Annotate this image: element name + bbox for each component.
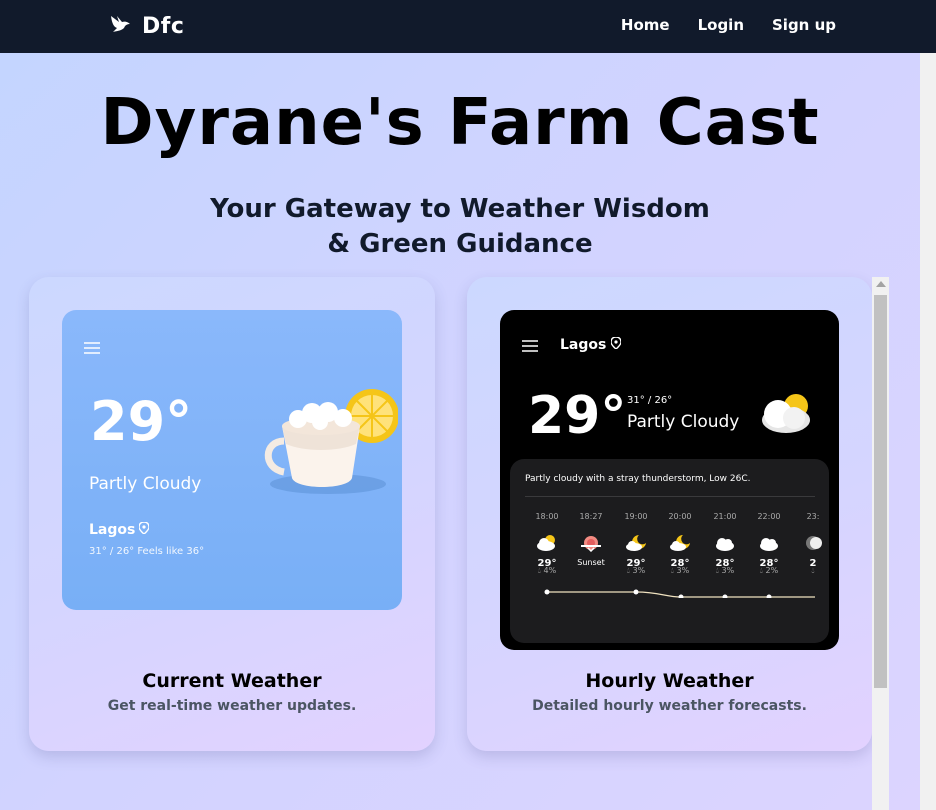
- navbar: Dfc Home Login Sign up: [0, 0, 936, 53]
- cloud-sun-icon: [525, 530, 569, 556]
- coffee-cup-lemon-icon: [248, 386, 399, 510]
- raindrop-icon: 💧︎: [811, 566, 815, 575]
- trend-point: [766, 594, 772, 598]
- trend-point: [678, 594, 684, 598]
- hour-column: 19:00 29°: [614, 512, 658, 569]
- hour-column: 22:00 28°: [747, 512, 791, 569]
- preview-condition: Partly Cloudy: [89, 474, 202, 494]
- raindrop-icon: 💧︎: [670, 566, 674, 575]
- cloud-sun-icon: [756, 390, 816, 440]
- raindrop-icon: 💧︎: [537, 566, 541, 575]
- hour-rain: 💧︎ 3%: [658, 566, 702, 576]
- hour-column: 21:00 28°: [703, 512, 747, 569]
- cloud-moon-icon: [658, 530, 702, 556]
- raindrop-icon: 💧︎: [759, 566, 763, 575]
- hour-temp: Sunset: [577, 558, 605, 567]
- nav-links: Home Login Sign up: [621, 16, 836, 34]
- nav-home-link[interactable]: Home: [621, 16, 670, 34]
- hero-subtitle: Your Gateway to Weather Wisdom & Green G…: [180, 192, 740, 262]
- hour-rain: 💧︎ 3%: [614, 566, 658, 576]
- current-weather-description: Get real-time weather updates.: [107, 698, 357, 714]
- rain-chance: 2%: [765, 566, 779, 575]
- hourly-weather-card[interactable]: Lagos 29° 31° / 26° Partly Cloudy Partly…: [467, 277, 872, 751]
- brand[interactable]: Dfc: [108, 12, 184, 40]
- moon-icon: [791, 530, 829, 556]
- cloud-icon: [703, 530, 747, 556]
- raindrop-icon: 💧︎: [715, 566, 719, 575]
- hour-time: 20:00: [668, 512, 692, 521]
- hourly-weather-preview: Lagos 29° 31° / 26° Partly Cloudy Partly…: [500, 310, 839, 650]
- preview-range: 31° / 26° Feels like 36°: [89, 546, 205, 557]
- rain-chance: 3%: [676, 566, 690, 575]
- cards-scrollbar[interactable]: [872, 277, 889, 810]
- hour-rain: 💧︎: [791, 566, 829, 576]
- preview-city: Lagos: [560, 336, 623, 353]
- current-weather-card[interactable]: 29° Partly Cloudy Lagos 31° / 26° Feels …: [29, 277, 435, 751]
- hour-time: 22:00: [757, 512, 781, 521]
- rain-chance: 3%: [721, 566, 735, 575]
- hour-time: 18:27: [579, 512, 603, 521]
- divider: [525, 496, 815, 497]
- hour-time: 23:: [806, 512, 820, 521]
- preview-city: Lagos: [89, 521, 151, 538]
- hour-column: 20:00 28°: [658, 512, 702, 569]
- cloud-icon: [747, 530, 791, 556]
- hour-column: 18:27 Sunset: [569, 512, 613, 567]
- scrollbar-thumb[interactable]: [874, 295, 887, 688]
- page-scrollbar[interactable]: [920, 53, 936, 810]
- hour-column: 23: 2: [791, 512, 829, 569]
- menu-icon: [522, 338, 538, 357]
- cloud-moon-icon: [614, 530, 658, 556]
- hero-subtitle-line2: & Green Guidance: [327, 229, 593, 259]
- hero-title: Dyrane's Farm Cast: [100, 86, 820, 160]
- raindrop-icon: 💧︎: [626, 566, 630, 575]
- trend-point: [633, 589, 639, 595]
- menu-icon: [84, 340, 100, 359]
- trend-point: [722, 594, 728, 598]
- preview-temperature: 29°: [90, 390, 193, 453]
- trend-point: [544, 589, 550, 595]
- temperature-trend-line: [544, 589, 815, 598]
- nav-signup-link[interactable]: Sign up: [772, 16, 836, 34]
- bird-logo-icon: [108, 12, 132, 40]
- hour-rain: 💧︎ 3%: [703, 566, 747, 576]
- brand-name: Dfc: [142, 13, 185, 39]
- current-weather-preview: 29° Partly Cloudy Lagos 31° / 26° Feels …: [62, 310, 402, 610]
- hourly-weather-title: Hourly Weather: [585, 670, 754, 692]
- current-weather-title: Current Weather: [142, 670, 322, 692]
- location-pin-icon: [610, 336, 623, 353]
- hour-time: 19:00: [624, 512, 648, 521]
- hour-rain: 💧︎ 2%: [747, 566, 791, 576]
- hourly-weather-description: Detailed hourly weather forecasts.: [532, 698, 807, 714]
- hour-column: 18:00 29°: [525, 512, 569, 569]
- preview-condition: Partly Cloudy: [627, 412, 740, 432]
- rain-chance: 3%: [632, 566, 646, 575]
- preview-city-name: Lagos: [89, 522, 136, 538]
- rain-chance: 4%: [543, 566, 557, 575]
- hero-subtitle-line1: Your Gateway to Weather Wisdom: [210, 194, 710, 224]
- preview-city-name: Lagos: [560, 337, 607, 353]
- preview-range: 31° / 26°: [627, 395, 673, 406]
- preview-temperature: 29°: [528, 386, 627, 446]
- hourly-panel: Partly cloudy with a stray thunderstorm,…: [510, 459, 829, 643]
- scroll-up-arrow-icon[interactable]: [876, 281, 886, 287]
- forecast-summary: Partly cloudy with a stray thunderstorm,…: [525, 474, 751, 484]
- hour-time: 18:00: [535, 512, 559, 521]
- hour-rain: 💧︎ 4%: [525, 566, 569, 576]
- location-pin-icon: [138, 521, 151, 538]
- nav-login-link[interactable]: Login: [698, 16, 744, 34]
- sunset-icon: [569, 530, 613, 556]
- hour-time: 21:00: [713, 512, 737, 521]
